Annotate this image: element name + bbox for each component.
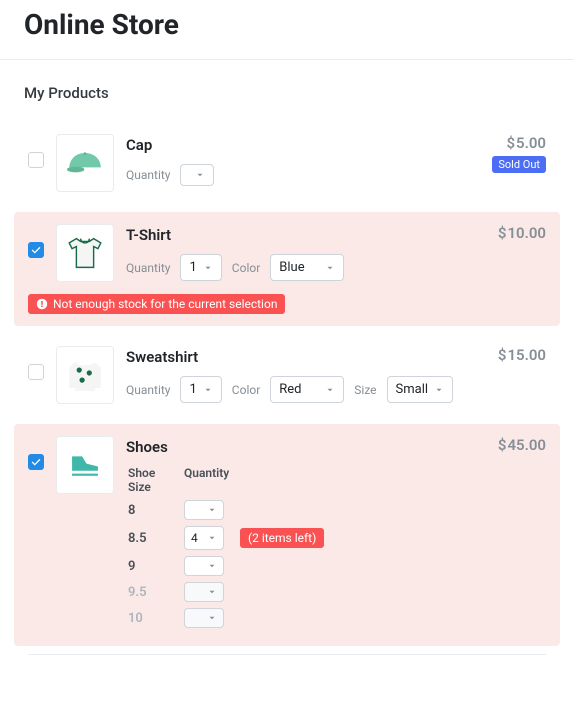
size-row: 8.5 4 (2 items left) <box>128 526 486 550</box>
check-icon <box>31 457 41 467</box>
size-row: 9.5 <box>128 582 486 602</box>
size-qty-select[interactable] <box>184 500 224 520</box>
product-price: $15.00 <box>498 346 546 364</box>
quantity-select[interactable]: 1 <box>180 254 221 281</box>
quantity-select[interactable]: 1 <box>180 376 221 403</box>
product-price: $45.00 <box>498 436 546 454</box>
color-select[interactable]: Red <box>270 376 344 403</box>
size-row: 9 <box>128 556 486 576</box>
size-qty-select <box>184 582 224 602</box>
product-price: $5.00 <box>492 134 546 152</box>
select-checkbox[interactable] <box>28 454 44 470</box>
chevron-down-icon <box>207 561 217 571</box>
size-qty-select[interactable]: 4 <box>184 526 224 550</box>
cap-icon <box>62 140 108 186</box>
select-checkbox[interactable] <box>28 242 44 258</box>
page-title: Online Store <box>24 8 550 41</box>
product-name: Cap <box>126 136 480 154</box>
quantity-label: Quantity <box>126 168 170 182</box>
product-name: Shoes <box>126 438 486 456</box>
warning-icon <box>36 298 48 310</box>
product-name: T-Shirt <box>126 226 486 244</box>
shoe-size-header: Shoe Size <box>128 466 178 494</box>
chevron-down-icon <box>195 170 205 180</box>
size-label: 9 <box>128 559 178 574</box>
product-tshirt: T-Shirt Quantity 1 Color Blue $10.00 <box>14 212 560 326</box>
size-row: 8 <box>128 500 486 520</box>
product-image <box>56 134 114 192</box>
color-label: Color <box>232 261 260 275</box>
chevron-down-icon <box>207 533 217 543</box>
size-label: 8 <box>128 503 178 518</box>
divider <box>28 654 546 655</box>
chevron-down-icon <box>325 385 335 395</box>
size-label: 10 <box>128 611 178 626</box>
color-select[interactable]: Blue <box>270 254 344 281</box>
product-image <box>56 224 114 282</box>
chevron-down-icon <box>203 263 213 273</box>
page-header: Online Store <box>0 0 574 60</box>
section-title: My Products <box>24 84 560 102</box>
quantity-label: Quantity <box>126 261 170 275</box>
chevron-down-icon <box>207 613 217 623</box>
product-image <box>56 346 114 404</box>
size-label: Size <box>354 383 376 397</box>
stock-left-badge: (2 items left) <box>240 528 324 548</box>
chevron-down-icon <box>203 385 213 395</box>
size-label: 9.5 <box>128 585 178 600</box>
sold-out-badge: Sold Out <box>492 156 546 173</box>
size-select[interactable]: Small <box>387 376 454 403</box>
size-qty-select[interactable] <box>184 556 224 576</box>
product-image <box>56 436 114 494</box>
color-label: Color <box>232 383 260 397</box>
quantity-select[interactable] <box>180 164 214 186</box>
select-checkbox[interactable] <box>28 364 44 380</box>
product-sweatshirt: Sweatshirt Quantity 1 Color Red Size Sma… <box>14 334 560 416</box>
product-cap: Cap Quantity $5.00 Sold Out <box>14 122 560 204</box>
quantity-header: Quantity <box>184 466 229 494</box>
size-qty-select <box>184 608 224 628</box>
quantity-label: Quantity <box>126 383 170 397</box>
content: My Products Cap Quantity <box>0 60 574 655</box>
size-row: 10 <box>128 608 486 628</box>
chevron-down-icon <box>207 587 217 597</box>
check-icon <box>31 245 41 255</box>
tshirt-icon <box>62 230 108 276</box>
select-checkbox[interactable] <box>28 152 44 168</box>
size-label: 8.5 <box>128 531 178 546</box>
shoe-size-table: Shoe Size Quantity 8 8.5 4 <box>128 466 486 628</box>
chevron-down-icon <box>434 385 444 395</box>
product-name: Sweatshirt <box>126 348 486 366</box>
product-shoes: Shoes Shoe Size Quantity 8 8.5 <box>14 424 560 646</box>
sweatshirt-icon <box>62 352 108 398</box>
product-price: $10.00 <box>498 224 546 242</box>
chevron-down-icon <box>325 263 335 273</box>
shoe-icon <box>62 442 108 488</box>
chevron-down-icon <box>207 505 217 515</box>
stock-warning: Not enough stock for the current selecti… <box>28 294 285 314</box>
